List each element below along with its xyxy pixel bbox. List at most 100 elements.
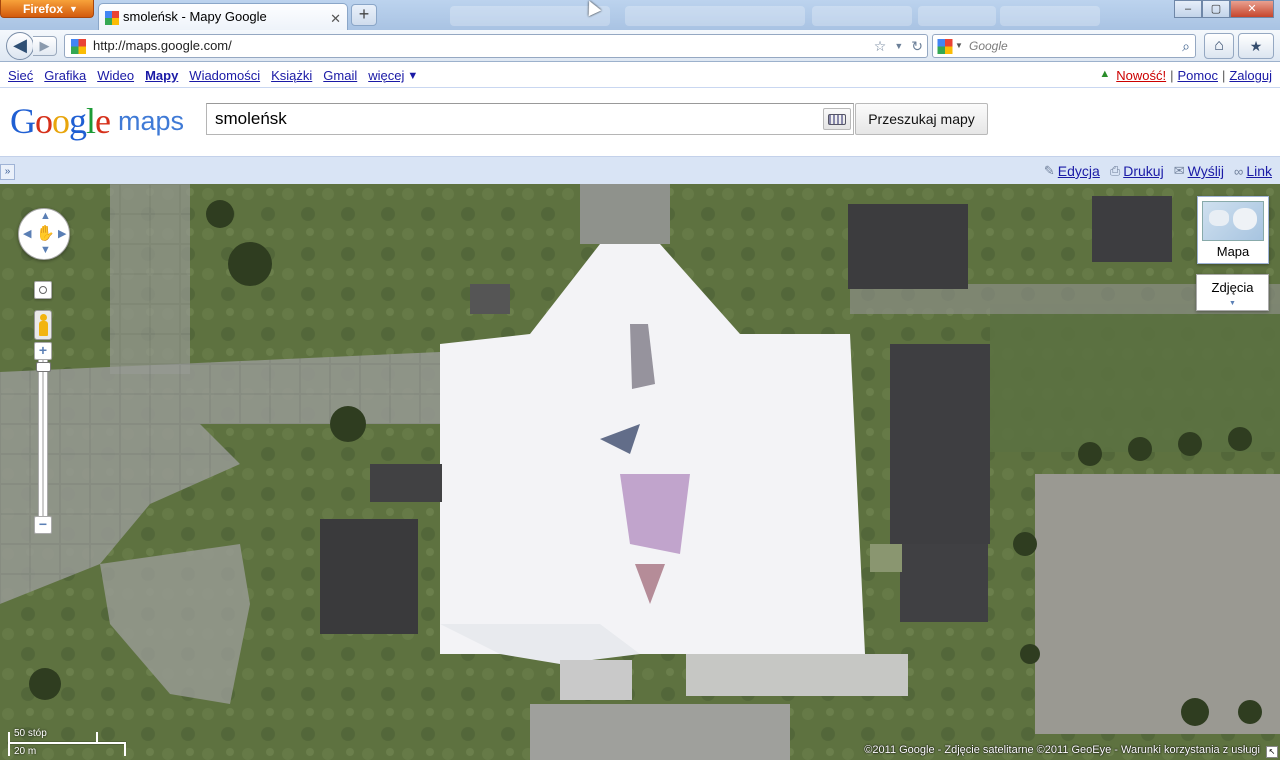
collapse-panel-button[interactable]: » [0, 164, 15, 180]
reload-icon[interactable]: ↻ [911, 35, 923, 57]
chevron-down-icon[interactable]: ▼ [894, 35, 903, 57]
pencil-icon: ✎ [1043, 163, 1055, 178]
background-tab[interactable] [625, 6, 805, 26]
url-text: http://maps.google.com/ [93, 38, 232, 53]
photos-label: Zdjęcia [1211, 280, 1254, 295]
firefox-button-label: Firefox [23, 2, 64, 16]
pegman-head-icon [40, 314, 47, 321]
gbar-item[interactable]: Sieć [8, 68, 33, 84]
scale-tick [96, 732, 98, 743]
firefox-menu-button[interactable]: Firefox ▼ [0, 0, 94, 18]
url-bar-icons: ☆ ▼ ↻ [874, 35, 923, 57]
back-button[interactable]: ◀ [6, 32, 34, 60]
close-tab-icon[interactable]: ✕ [330, 10, 341, 28]
street-view-pegman[interactable] [34, 310, 52, 340]
gbar-item[interactable]: więcej [368, 68, 404, 84]
search-maps-button[interactable]: Przeszukaj mapy [855, 103, 988, 135]
maps-header: Google maps smoleńsk Przeszukaj mapy [0, 88, 1280, 156]
gbar-item[interactable]: Mapy [145, 68, 178, 84]
scale-imperial-label: 50 stóp [14, 728, 47, 739]
tab-title: smoleńsk - Mapy Google [123, 9, 267, 24]
star-icon[interactable]: ☆ [874, 35, 887, 57]
chevron-down-icon: ▼ [1229, 300, 1236, 307]
scale-metric-label: 20 m [14, 746, 37, 757]
print-label: Drukuj [1123, 163, 1164, 179]
pan-left-icon[interactable]: ◀ [23, 227, 31, 240]
bookmarks-button[interactable]: ★ [1238, 33, 1274, 59]
scale-line [8, 742, 126, 744]
search-input[interactable]: smoleńsk [206, 103, 854, 135]
browser-tab-active[interactable]: smoleńsk - Mapy Google ✕ [98, 3, 348, 30]
background-tab[interactable] [1000, 6, 1100, 26]
account-links: ▲ Nowość! | Pomoc | Zaloguj [1099, 68, 1272, 83]
satellite-map[interactable]: ▲ ▼ ◀ ▶ ✋ + − Mapa Zdjęcia ▼ 50 stóp 20 … [0, 184, 1280, 760]
scale-bar: 50 stóp 20 m [8, 728, 128, 758]
chevron-down-icon: ▼ [69, 4, 78, 14]
maximize-button[interactable]: ▢ [1202, 0, 1230, 18]
virtual-keyboard-button[interactable] [823, 108, 851, 130]
google-maps-logo[interactable]: Google maps [10, 100, 184, 142]
separator: | [1221, 68, 1226, 83]
edit-label: Edycja [1057, 163, 1100, 179]
print-button[interactable]: ⎙ Drukuj [1110, 163, 1164, 179]
link-label: Link [1246, 163, 1272, 179]
satellite-imagery [0, 184, 1280, 760]
send-button[interactable]: ✉ Wyślij [1174, 163, 1224, 179]
zoom-slider-thumb[interactable] [36, 362, 51, 372]
map-type-label: Mapa [1216, 244, 1250, 259]
edit-button[interactable]: ✎ Edycja [1044, 163, 1100, 179]
gbar-item[interactable]: Gmail [323, 68, 357, 84]
labs-flask-icon: ▲ [1099, 68, 1111, 80]
chain-link-icon: ∞ [1234, 163, 1244, 179]
help-link[interactable]: Pomoc [1178, 68, 1218, 83]
gbar-item[interactable]: Grafika [44, 68, 86, 84]
home-button[interactable]: ⌂ [1204, 33, 1234, 59]
background-tab[interactable] [812, 6, 912, 26]
url-bar[interactable]: http://maps.google.com/ ☆ ▼ ↻ [64, 34, 928, 58]
map-toolbar: » ✎ Edycja ⎙ Drukuj ✉ Wyślij ∞ Link [0, 156, 1280, 184]
pan-up-icon[interactable]: ▲ [40, 210, 51, 222]
pan-down-icon[interactable]: ▼ [40, 244, 51, 256]
pegman-body-icon [39, 321, 48, 336]
scale-tick [8, 732, 10, 756]
google-maps-favicon-icon [105, 11, 119, 25]
scale-tick [124, 742, 126, 756]
envelope-icon: ✉ [1173, 163, 1185, 178]
services-links: Sieć Grafika Wideo Mapy Wiadomości Książki Gma… [8, 68, 418, 84]
map-type-button[interactable]: Mapa [1197, 196, 1269, 264]
gbar-item[interactable]: Wideo [97, 68, 134, 84]
navigation-toolbar: ◀ ▶ http://maps.google.com/ ☆ ▼ ↻ ▼ Goog… [0, 30, 1280, 62]
close-window-button[interactable]: ✕ [1230, 0, 1274, 18]
forward-button[interactable]: ▶ [33, 36, 57, 56]
window-controls: – ▢ ✕ [1174, 0, 1274, 18]
printer-icon: ⎙ [1109, 163, 1121, 178]
site-favicon-icon [71, 39, 86, 54]
map-thumbnail-icon [1202, 201, 1264, 241]
reset-view-button[interactable] [34, 281, 52, 299]
google-services-bar: Sieć Grafika Wideo Mapy Wiadomości Książki Gma… [0, 62, 1280, 88]
browser-titlebar: Firefox ▼ smoleńsk - Mapy Google ✕ + – ▢… [0, 0, 1280, 30]
resize-corner-icon[interactable]: ↖ [1266, 746, 1278, 758]
logo-maps-text: maps [118, 106, 185, 136]
pan-control[interactable]: ▲ ▼ ◀ ▶ ✋ [18, 208, 70, 260]
copyright-notice[interactable]: ©2011 Google - Zdjęcie satelitarne ©2011… [864, 744, 1260, 756]
pan-right-icon[interactable]: ▶ [58, 227, 66, 240]
whats-new-link[interactable]: Nowość! [1116, 68, 1166, 83]
minimize-button[interactable]: – [1174, 0, 1202, 18]
zoom-in-button[interactable]: + [34, 342, 52, 360]
more-arrow-icon[interactable]: ▼ [407, 68, 418, 84]
background-tab[interactable] [918, 6, 996, 26]
new-tab-button[interactable]: + [351, 4, 377, 26]
login-link[interactable]: Zaloguj [1229, 68, 1272, 83]
gbar-item[interactable]: Wiadomości [189, 68, 260, 84]
photos-layer-button[interactable]: Zdjęcia ▼ [1196, 274, 1269, 311]
search-icon[interactable]: ⌕ [1182, 35, 1190, 57]
chevron-down-icon[interactable]: ▼ [955, 35, 963, 57]
search-bar[interactable]: ▼ Google ⌕ [932, 34, 1196, 58]
gbar-item[interactable]: Książki [271, 68, 312, 84]
search-bar-placeholder: Google [969, 39, 1008, 53]
link-button[interactable]: ∞ Link [1234, 163, 1272, 179]
map-tools: ✎ Edycja ⎙ Drukuj ✉ Wyślij ∞ Link [1044, 163, 1272, 179]
zoom-out-button[interactable]: − [34, 516, 52, 534]
zoom-slider-track[interactable] [38, 360, 48, 520]
